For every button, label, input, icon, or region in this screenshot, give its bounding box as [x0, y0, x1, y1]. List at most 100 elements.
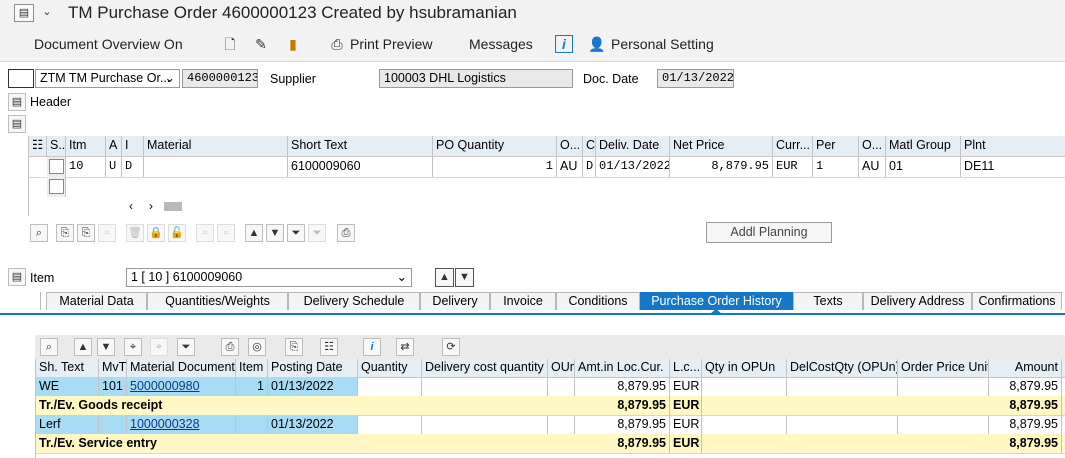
row-po-qty[interactable]: 1	[433, 157, 557, 177]
tab-delivery[interactable]: Delivery	[420, 292, 490, 310]
row-mvt[interactable]	[99, 415, 127, 434]
doc-date-field[interactable]: 01/13/2022	[657, 69, 734, 88]
col-item[interactable]: Item	[236, 359, 268, 377]
order-type-indicator[interactable]	[8, 69, 34, 88]
row-order-price-unit[interactable]	[898, 377, 989, 396]
col-per[interactable]: Per	[813, 136, 859, 156]
sort-desc-icon[interactable]: ▼	[97, 338, 115, 356]
row-posting-date[interactable]: 01/13/2022	[268, 377, 358, 396]
tab-texts[interactable]: Texts	[793, 292, 863, 310]
row-deliv-date[interactable]: 01/13/2022	[596, 157, 670, 177]
row-per[interactable]: 1	[813, 157, 859, 177]
row-a[interactable]: U	[106, 157, 122, 177]
row-select-box[interactable]	[47, 157, 66, 177]
subtotal-amount[interactable]: 8,879.95	[989, 434, 1062, 453]
paste-icon[interactable]: ▫	[98, 224, 116, 242]
col-order-price-unit[interactable]: Order Price Unit	[898, 359, 989, 377]
tab-invoice[interactable]: Invoice	[490, 292, 556, 310]
new-document-icon[interactable]: 🗋	[221, 35, 239, 53]
row-amount[interactable]: 8,879.95	[989, 377, 1062, 396]
row-loc-cur[interactable]: EUR	[670, 377, 702, 396]
row-mvt[interactable]: 101	[99, 377, 127, 396]
col-mvt[interactable]: MvT	[99, 359, 127, 377]
col-amount[interactable]: Amount	[989, 359, 1062, 377]
col-loc-cur[interactable]: L.c...	[670, 359, 702, 377]
personal-setting-button[interactable]: Personal Setting	[611, 36, 714, 52]
subtotal-loc-cur[interactable]: EUR	[670, 434, 702, 453]
row-plnt[interactable]: DE11	[961, 157, 1065, 177]
dropdown-icon[interactable]: ⌄	[37, 4, 57, 22]
material-document-link[interactable]: 1000000328	[130, 417, 200, 431]
subtotal-loc-cur[interactable]: EUR	[670, 396, 702, 415]
tab-quantities-weights[interactable]: Quantities/Weights	[147, 292, 288, 310]
messages-button[interactable]: Messages	[469, 36, 533, 52]
col-matl-group[interactable]: Matl Group	[886, 136, 961, 156]
table-row[interactable]: WE 101 5000000980 1 01/13/2022 8,879.95 …	[36, 377, 1065, 397]
row-quantity[interactable]	[358, 377, 422, 396]
row-select-box[interactable]	[47, 177, 66, 197]
row-delivery-cost-qty[interactable]	[422, 377, 548, 396]
tab-material-data[interactable]: Material Data	[46, 292, 147, 310]
layout-icon[interactable]: ☷	[320, 338, 338, 356]
col-material-document[interactable]: Material Document	[127, 359, 236, 377]
tab-purchase-order-history[interactable]: Purchase Order History	[640, 292, 793, 310]
refresh-icon[interactable]: ⟳	[442, 338, 460, 356]
tab-delivery-address[interactable]: Delivery Address	[863, 292, 972, 310]
col-c[interactable]: C	[583, 136, 596, 156]
col-curr[interactable]: Curr...	[773, 136, 813, 156]
row-material[interactable]	[144, 157, 288, 177]
row-curr[interactable]: EUR	[773, 157, 813, 177]
material-document-link[interactable]: 5000000980	[130, 379, 200, 393]
col-i[interactable]: I	[122, 136, 144, 156]
row-material-document[interactable]: 1000000328	[127, 415, 236, 434]
print-icon[interactable]: ⎙	[221, 338, 239, 356]
row-item[interactable]	[236, 415, 268, 434]
row-order-price-unit[interactable]	[898, 415, 989, 434]
row-amt-loc-cur[interactable]: 8,879.95	[575, 377, 670, 396]
item-detail-collapse-icon[interactable]: ▤	[8, 268, 26, 286]
row-loc-cur[interactable]: EUR	[670, 415, 702, 434]
details-icon[interactable]: ⌕	[30, 224, 48, 242]
info-icon[interactable]: i	[363, 338, 381, 356]
subtotal-amount[interactable]: 8,879.95	[989, 396, 1062, 415]
col-po-quantity[interactable]: PO Quantity	[433, 136, 557, 156]
item-select[interactable]: 1 [ 10 ] 6100009060 ⌄	[126, 268, 412, 287]
tab-confirmations[interactable]: Confirmations	[972, 292, 1062, 310]
document-overview-button[interactable]: Document Overview On	[34, 36, 183, 52]
filter-clear-icon[interactable]: ⏷	[308, 224, 326, 242]
col-delivery-cost-quantity[interactable]: Delivery cost quantity	[422, 359, 548, 377]
personal-setting-icon[interactable]: 👤	[588, 35, 606, 53]
row-amt-loc-cur[interactable]: 8,879.95	[575, 415, 670, 434]
col-net-price[interactable]: Net Price	[670, 136, 773, 156]
col-delcostqty-opun[interactable]: DelCostQty (OPUn)	[787, 359, 898, 377]
row-oun[interactable]	[548, 377, 575, 396]
prev-item-icon[interactable]: ▲	[435, 268, 454, 287]
col-itm[interactable]: Itm	[66, 136, 106, 156]
row-itm[interactable]: 10	[66, 157, 106, 177]
row-sh-text[interactable]: Lerf	[36, 415, 99, 434]
find-next-icon[interactable]: ⌖	[150, 338, 168, 356]
tab-conditions[interactable]: Conditions	[556, 292, 640, 310]
po-number-field[interactable]: 4600000123	[182, 69, 258, 88]
col-quantity[interactable]: Quantity	[358, 359, 422, 377]
horizontal-scrollbar[interactable]	[164, 202, 182, 211]
copy-icon[interactable]: ⎘	[56, 224, 74, 242]
col-short-text[interactable]: Short Text	[288, 136, 433, 156]
col-deliv-date[interactable]: Deliv. Date	[596, 136, 670, 156]
item-overview-expand-icon[interactable]: ▤	[8, 115, 26, 133]
unlock-icon[interactable]: 🔓	[168, 224, 186, 242]
col-plnt[interactable]: Plnt	[961, 136, 1065, 156]
next-item-icon[interactable]: ▼	[455, 268, 474, 287]
supplier-field[interactable]: 100003 DHL Logistics	[379, 69, 573, 88]
export-icon[interactable]: ⎙	[337, 224, 355, 242]
subtotal-row[interactable]: Tr./Ev. Goods receipt 8,879.95 EUR 8,879…	[36, 396, 1065, 416]
col-sh-text[interactable]: Sh. Text	[36, 359, 99, 377]
views-icon[interactable]: ◎	[248, 338, 266, 356]
row-qty-opun[interactable]	[702, 377, 787, 396]
row-opu[interactable]: AU	[859, 157, 886, 177]
row-net-price[interactable]: 8,879.95	[670, 157, 773, 177]
subtotal-amt[interactable]: 8,879.95	[575, 396, 670, 415]
join-icon[interactable]: ▫	[217, 224, 235, 242]
row-sh-text[interactable]: WE	[36, 377, 99, 396]
row-item[interactable]: 1	[236, 377, 268, 396]
